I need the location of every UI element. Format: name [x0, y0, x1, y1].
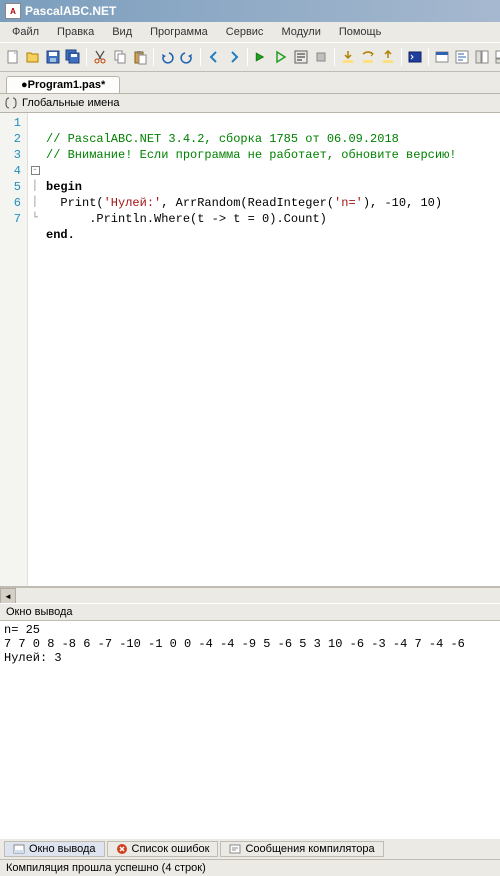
menu-help[interactable]: Помощь [331, 24, 390, 40]
copy-button[interactable] [111, 46, 129, 68]
code-begin: begin [46, 180, 82, 194]
titlebar: A PascalABC.NET [0, 0, 500, 22]
fold-toggle-icon[interactable]: - [31, 166, 40, 175]
paste-button[interactable] [131, 46, 149, 68]
tab-errors[interactable]: Список ошибок [107, 841, 219, 857]
layout-button[interactable] [473, 46, 491, 68]
menu-modules[interactable]: Модули [273, 24, 328, 40]
code-area[interactable]: // PascalABC.NET 3.4.2, сборка 1785 от 0… [42, 113, 500, 586]
code-line-2: // Внимание! Если программа не работает,… [46, 148, 456, 162]
output-tabs: Окно вывода Список ошибок Сообщения комп… [0, 838, 500, 859]
app-icon: A [5, 3, 21, 19]
output-text: n= 25 7 7 0 8 -8 6 -7 -10 -1 0 0 -4 -4 -… [4, 623, 465, 665]
menu-view[interactable]: Вид [104, 24, 140, 40]
toolbar-separator [153, 48, 154, 66]
status-text: Компиляция прошла успешно (4 строк) [6, 862, 206, 874]
menu-file[interactable]: Файл [4, 24, 47, 40]
step-over-button[interactable] [359, 46, 377, 68]
output-panel-button[interactable] [493, 46, 500, 68]
terminal-button[interactable] [406, 46, 424, 68]
toolbar-separator [334, 48, 335, 66]
undo-button[interactable] [158, 46, 176, 68]
compiler-tab-icon [229, 843, 241, 855]
file-tab-program1[interactable]: ●Program1.pas* [6, 76, 120, 93]
forward-button[interactable] [225, 46, 243, 68]
menu-service[interactable]: Сервис [218, 24, 272, 40]
toolbar-separator [247, 48, 248, 66]
output-body[interactable]: n= 25 7 7 0 8 -8 6 -7 -10 -1 0 0 -4 -4 -… [0, 620, 500, 838]
redo-button[interactable] [178, 46, 196, 68]
code-line-5: Print('Нулей:', ArrRandom(ReadInteger('n… [46, 196, 442, 210]
stop-button[interactable] [312, 46, 330, 68]
statusbar: Компиляция прошла успешно (4 строк) [0, 859, 500, 876]
code-line-6: .Println.Where(t -> t = 0).Count) [46, 212, 327, 226]
code-view-button[interactable] [453, 46, 471, 68]
step-out-button[interactable] [379, 46, 397, 68]
menu-edit[interactable]: Правка [49, 24, 102, 40]
step-into-button[interactable] [339, 46, 357, 68]
toolbar [0, 42, 500, 72]
cut-button[interactable] [91, 46, 109, 68]
code-editor[interactable]: 1 2 3 4 5 6 7 - ││└ // PascalABC.NET 3.4… [0, 113, 500, 587]
menu-program[interactable]: Программа [142, 24, 216, 40]
toolbar-separator [428, 48, 429, 66]
new-file-button[interactable] [4, 46, 22, 68]
errors-tab-icon [116, 843, 128, 855]
form-designer-button[interactable] [433, 46, 451, 68]
fold-column[interactable]: - ││└ [28, 113, 42, 586]
code-end: end. [46, 228, 75, 242]
open-file-button[interactable] [24, 46, 42, 68]
file-tabs-row: ●Program1.pas* [0, 72, 500, 93]
back-button[interactable] [205, 46, 223, 68]
namespace-icon [4, 96, 18, 110]
menubar: Файл Правка Вид Программа Сервис Модули … [0, 22, 500, 42]
toolbar-separator [86, 48, 87, 66]
save-button[interactable] [44, 46, 62, 68]
line-gutter: 1 2 3 4 5 6 7 [0, 113, 28, 586]
save-all-button[interactable] [64, 46, 82, 68]
horizontal-scrollbar[interactable]: ◄ [0, 587, 500, 603]
compile-button[interactable] [292, 46, 310, 68]
scroll-left-icon[interactable]: ◄ [0, 588, 16, 604]
code-line-1: // PascalABC.NET 3.4.2, сборка 1785 от 0… [46, 132, 399, 146]
names-bar-label: Глобальные имена [22, 97, 120, 109]
tab-compiler[interactable]: Сообщения компилятора [220, 841, 383, 857]
output-tab-icon [13, 843, 25, 855]
output-header: Окно вывода [0, 603, 500, 620]
run-noargs-button[interactable] [272, 46, 290, 68]
window-title: PascalABC.NET [25, 4, 116, 18]
names-bar[interactable]: Глобальные имена [0, 93, 500, 113]
toolbar-separator [200, 48, 201, 66]
tab-output[interactable]: Окно вывода [4, 841, 105, 857]
run-button[interactable] [252, 46, 270, 68]
toolbar-separator [401, 48, 402, 66]
